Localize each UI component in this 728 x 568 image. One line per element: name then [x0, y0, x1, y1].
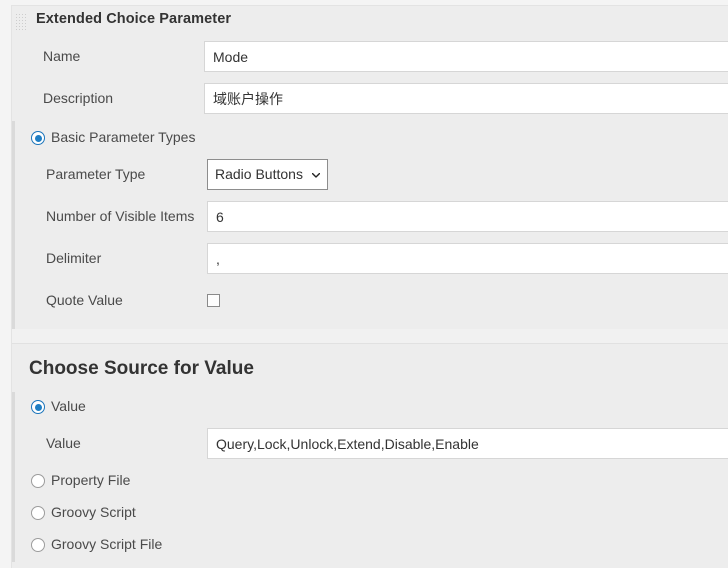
name-input[interactable] — [204, 41, 728, 72]
basic-parameter-types-label: Basic Parameter Types — [51, 129, 196, 145]
source-property-file-label: Property File — [51, 472, 131, 488]
source-value-radio[interactable] — [31, 400, 45, 414]
source-groovy-script-file-label: Groovy Script File — [51, 536, 163, 552]
choose-source-body: Value Value Property File Groovy Script — [12, 392, 728, 562]
parameter-type-select[interactable]: Radio Buttons — [207, 159, 328, 190]
source-groovy-script-file-radio[interactable] — [31, 538, 45, 552]
value-control — [207, 428, 728, 459]
choose-source-title: Choose Source for Value — [29, 358, 254, 379]
field-row-value: Value — [15, 424, 728, 466]
section-gap — [12, 329, 728, 343]
value-input[interactable] — [207, 428, 728, 459]
description-control — [204, 83, 728, 114]
parameter-panel: Extended Choice Parameter Name Descripti… — [11, 5, 728, 568]
source-option-groovy-script[interactable]: Groovy Script — [15, 498, 728, 530]
description-input[interactable] — [204, 83, 728, 114]
source-groovy-script-radio[interactable] — [31, 506, 45, 520]
chevron-down-icon — [311, 172, 320, 178]
field-row-delimiter: Delimiter — [15, 239, 728, 281]
delimiter-input[interactable] — [207, 243, 728, 274]
panel-header: Extended Choice Parameter — [12, 6, 728, 37]
parameter-type-selected-value: Radio Buttons — [215, 166, 303, 182]
basic-parameter-types-section: Basic Parameter Types Parameter Type Rad… — [12, 121, 728, 329]
delimiter-control — [207, 243, 728, 274]
quote-value-checkbox[interactable] — [207, 294, 220, 307]
name-control — [204, 41, 728, 72]
field-row-visible-items: Number of Visible Items — [15, 197, 728, 239]
field-row-quote-value: Quote Value — [15, 281, 728, 323]
source-property-file-radio[interactable] — [31, 474, 45, 488]
parameter-type-control: Radio Buttons — [207, 159, 328, 190]
visible-items-input[interactable] — [207, 201, 728, 232]
field-row-name: Name — [12, 37, 728, 79]
field-row-parameter-type: Parameter Type Radio Buttons — [15, 155, 728, 197]
source-option-property-file[interactable]: Property File — [15, 466, 728, 498]
parameter-type-label: Parameter Type — [46, 166, 146, 182]
extended-choice-parameter-page: Extended Choice Parameter Name Descripti… — [0, 0, 728, 568]
visible-items-control — [207, 201, 728, 232]
source-groovy-script-label: Groovy Script — [51, 504, 136, 520]
source-option-groovy-script-file[interactable]: Groovy Script File — [15, 530, 728, 562]
choose-source-section: Choose Source for Value Value Value Prop… — [12, 343, 728, 562]
drag-grip-icon[interactable] — [15, 13, 28, 30]
name-label: Name — [43, 48, 81, 64]
source-option-value[interactable]: Value — [15, 392, 728, 424]
quote-value-label: Quote Value — [46, 292, 123, 308]
basic-parameter-types-radio[interactable] — [31, 131, 45, 145]
quote-value-control — [207, 285, 220, 310]
delimiter-label: Delimiter — [46, 250, 102, 266]
source-value-label: Value — [51, 398, 86, 414]
description-label: Description — [43, 90, 114, 106]
page-title: Extended Choice Parameter — [36, 11, 232, 27]
field-row-description: Description — [12, 79, 728, 121]
visible-items-label: Number of Visible Items — [46, 208, 195, 224]
basic-parameter-types-option[interactable]: Basic Parameter Types — [15, 123, 728, 155]
value-label: Value — [46, 435, 81, 451]
